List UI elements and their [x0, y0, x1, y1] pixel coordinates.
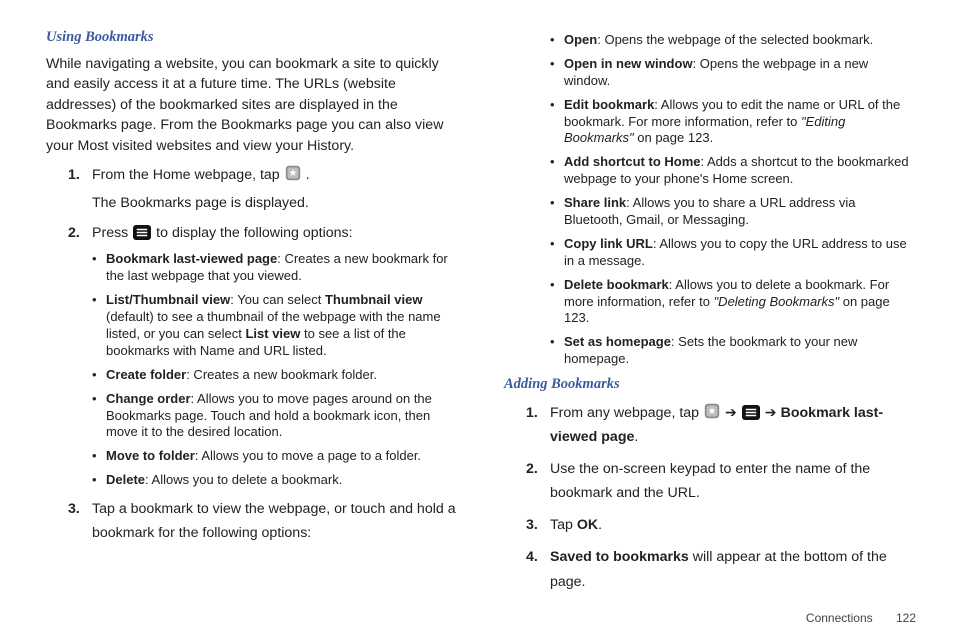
page-footer: Connections 122: [806, 610, 916, 626]
add-step-4: Saved to bookmarks will appear at the bo…: [550, 545, 916, 593]
step-1: From the Home webpage, tap . The Bookmar…: [92, 163, 458, 214]
steps-using-bookmarks: From the Home webpage, tap . The Bookmar…: [46, 163, 458, 546]
opt-desc: : You can select: [230, 292, 325, 307]
opt-label: Open: [564, 32, 597, 47]
opt-create-folder: Create folder: Creates a new bookmark fo…: [92, 367, 458, 384]
opt-delete: Delete: Allows you to delete a bookmark.: [92, 472, 458, 489]
ctx-copy-link: Copy link URL: Allows you to copy the UR…: [550, 236, 916, 270]
opt-label: Create folder: [106, 367, 186, 382]
inline-bold: List view: [245, 326, 300, 341]
step1-text-b: .: [306, 167, 310, 183]
ctx-share-link: Share link: Allows you to share a URL ad…: [550, 195, 916, 229]
step-2: Press to display the following options: …: [92, 221, 458, 489]
add-step-2: Use the on-screen keypad to enter the na…: [550, 457, 916, 505]
bookmark-star-icon: [285, 165, 301, 181]
opt-label: Open in new window: [564, 56, 693, 71]
intro-paragraph: While navigating a website, you can book…: [46, 54, 458, 157]
opt-label: Add shortcut to Home: [564, 154, 701, 169]
opt-desc: : Creates a new bookmark folder.: [186, 367, 377, 382]
opt-label: List/Thumbnail view: [106, 292, 230, 307]
step-3: Tap a bookmark to view the webpage, or t…: [92, 497, 458, 545]
opt-label: Bookmark last-viewed page: [106, 251, 277, 266]
opt-label: Move to folder: [106, 448, 195, 463]
opt-move-folder: Move to folder: Allows you to move a pag…: [92, 448, 458, 465]
menu-icon: [133, 224, 151, 242]
ctx-set-homepage: Set as homepage: Sets the bookmark to yo…: [550, 334, 916, 368]
opt-change-order: Change order: Allows you to move pages a…: [92, 391, 458, 442]
add-step-1: From any webpage, tap ➔ ➔ Bookmark last-…: [550, 401, 916, 449]
cross-ref: "Deleting Bookmarks": [714, 294, 843, 309]
footer-section: Connections: [806, 611, 873, 625]
step3-text: Tap a bookmark to view the webpage, or t…: [92, 501, 456, 541]
opt-label: Change order: [106, 391, 191, 406]
a3-text-b: .: [598, 517, 602, 533]
context-options-list: Open: Opens the webpage of the selected …: [504, 32, 916, 368]
add-step-3: Tap OK.: [550, 513, 916, 537]
opt-label: Delete bookmark: [564, 277, 669, 292]
footer-page-number: 122: [896, 611, 916, 625]
opt-desc: on page 123.: [634, 130, 714, 145]
heading-using-bookmarks: Using Bookmarks: [46, 28, 458, 48]
steps-adding-bookmarks: From any webpage, tap ➔ ➔ Bookmark last-…: [504, 401, 916, 594]
opt-label: Copy link URL: [564, 236, 653, 251]
opt-bookmark-last: Bookmark last-viewed page: Creates a new…: [92, 251, 458, 285]
a1-text-d: .: [634, 429, 638, 445]
opt-label: Edit bookmark: [564, 97, 654, 112]
inline-bold: Thumbnail view: [325, 292, 423, 307]
step1-result: The Bookmarks page is displayed.: [92, 193, 458, 214]
arrow-icon: ➔: [725, 405, 741, 421]
a2-text: Use the on-screen keypad to enter the na…: [550, 461, 870, 501]
menu-icon: [742, 404, 760, 422]
opt-desc: : Allows you to move a page to a folder.: [195, 448, 421, 463]
opt-desc: : Allows you to delete a bookmark.: [145, 472, 342, 487]
a4-bold: Saved to bookmarks: [550, 549, 689, 565]
opt-label: Delete: [106, 472, 145, 487]
step2-text-b: to display the following options:: [156, 225, 352, 241]
heading-adding-bookmarks: Adding Bookmarks: [504, 375, 916, 395]
manual-page: Using Bookmarks While navigating a websi…: [0, 0, 954, 636]
step2-text-a: Press: [92, 225, 132, 241]
opt-label: Set as homepage: [564, 334, 671, 349]
ctx-delete-bookmark: Delete bookmark: Allows you to delete a …: [550, 277, 916, 328]
a3-bold: OK: [577, 517, 598, 533]
opt-list-thumbnail: List/Thumbnail view: You can select Thum…: [92, 292, 458, 360]
opt-label: Share link: [564, 195, 626, 210]
options-list: Bookmark last-viewed page : Creates a new…: [92, 251, 458, 489]
ctx-edit-bookmark: Edit bookmark: Allows you to edit the na…: [550, 97, 916, 148]
ctx-open-new-window: Open in new window: Opens the webpage in…: [550, 56, 916, 90]
opt-desc: : Opens the webpage of the selected book…: [597, 32, 873, 47]
step1-text-a: From the Home webpage, tap: [92, 167, 284, 183]
ctx-add-shortcut: Add shortcut to Home: Adds a shortcut to…: [550, 154, 916, 188]
ctx-open: Open: Opens the webpage of the selected …: [550, 32, 916, 49]
a3-text-a: Tap: [550, 517, 577, 533]
arrow-icon: ➔: [765, 405, 781, 421]
a1-text-a: From any webpage, tap: [550, 405, 703, 421]
bookmark-star-icon: [704, 403, 720, 419]
